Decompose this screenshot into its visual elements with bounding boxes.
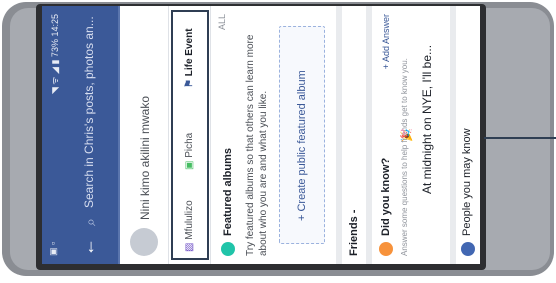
- signal-icon: ◥ ᯤ ◢: [50, 67, 60, 95]
- featured-albums-card: ALL Featured albums Try featured albums …: [210, 6, 337, 264]
- composer-actions: ▨ Mfululizo ▣ Picha ⚑ Life Event: [168, 6, 211, 264]
- back-arrow-icon[interactable]: ←: [78, 238, 99, 256]
- battery-icon: ▮: [50, 59, 60, 65]
- photo-icon: ▣: [184, 160, 195, 170]
- did-you-know-hint: Answer some questions to help friends ge…: [400, 58, 409, 256]
- people-icon: [461, 242, 475, 256]
- friends-title: Friends -: [348, 209, 360, 256]
- status-left-icons: ▣ ▫: [48, 241, 58, 256]
- action-picha[interactable]: ▣ Picha: [184, 133, 195, 170]
- top-app-bar: ▣ ▫ ◥ ᯤ ◢ ▮ 73% 14:25 ← ⌕ Search in Chri…: [42, 6, 120, 264]
- composer-prompt[interactable]: Nini kimo akilini mwako: [138, 96, 152, 220]
- party-icon: 🎉: [401, 128, 413, 142]
- did-you-know-question[interactable]: At midnight on NYE, I'll be...: [420, 45, 434, 194]
- action-mfululizo[interactable]: ▨ Mfululizo: [184, 200, 195, 252]
- avatar: [130, 228, 158, 256]
- create-featured-button[interactable]: + Create public featured album: [279, 26, 325, 244]
- add-answer-button[interactable]: + Add Answer: [381, 14, 391, 69]
- action-life-event[interactable]: ⚑ Life Event: [184, 28, 195, 88]
- people-you-may-know-card[interactable]: People you may know: [456, 6, 480, 264]
- phone-screen: ▣ ▫ ◥ ᯤ ◢ ▮ 73% 14:25 ← ⌕ Search in Chri…: [42, 6, 480, 264]
- flag-icon: ⚑: [184, 79, 195, 88]
- did-you-know-card: Did you know? + Add Answer Answer some q…: [372, 6, 450, 264]
- featured-title: Featured albums: [222, 147, 234, 236]
- status-time: 14:25: [50, 14, 60, 37]
- rotated-app-view: ▣ ▫ ◥ ᯤ ◢ ▮ 73% 14:25 ← ⌕ Search in Chri…: [42, 6, 480, 264]
- composer-card[interactable]: Nini kimo akilini mwako: [120, 6, 168, 264]
- question-icon: [379, 242, 393, 256]
- status-right: ◥ ᯤ ◢ ▮ 73% 14:25: [50, 14, 60, 95]
- search-input[interactable]: Search in Chris's posts, photos an...: [82, 16, 96, 208]
- featured-desc-1: Try featured albums so that others can l…: [245, 34, 256, 256]
- search-icon: ⌕: [82, 218, 98, 226]
- series-icon: ▨: [184, 242, 195, 252]
- pymk-title: People you may know: [461, 128, 473, 236]
- all-link[interactable]: ALL: [217, 14, 227, 30]
- featured-albums-icon: [221, 242, 235, 256]
- friends-card[interactable]: Friends -: [342, 6, 366, 264]
- featured-desc-2: about who you are and what you like.: [258, 90, 269, 256]
- did-you-know-title: Did you know?: [380, 157, 392, 236]
